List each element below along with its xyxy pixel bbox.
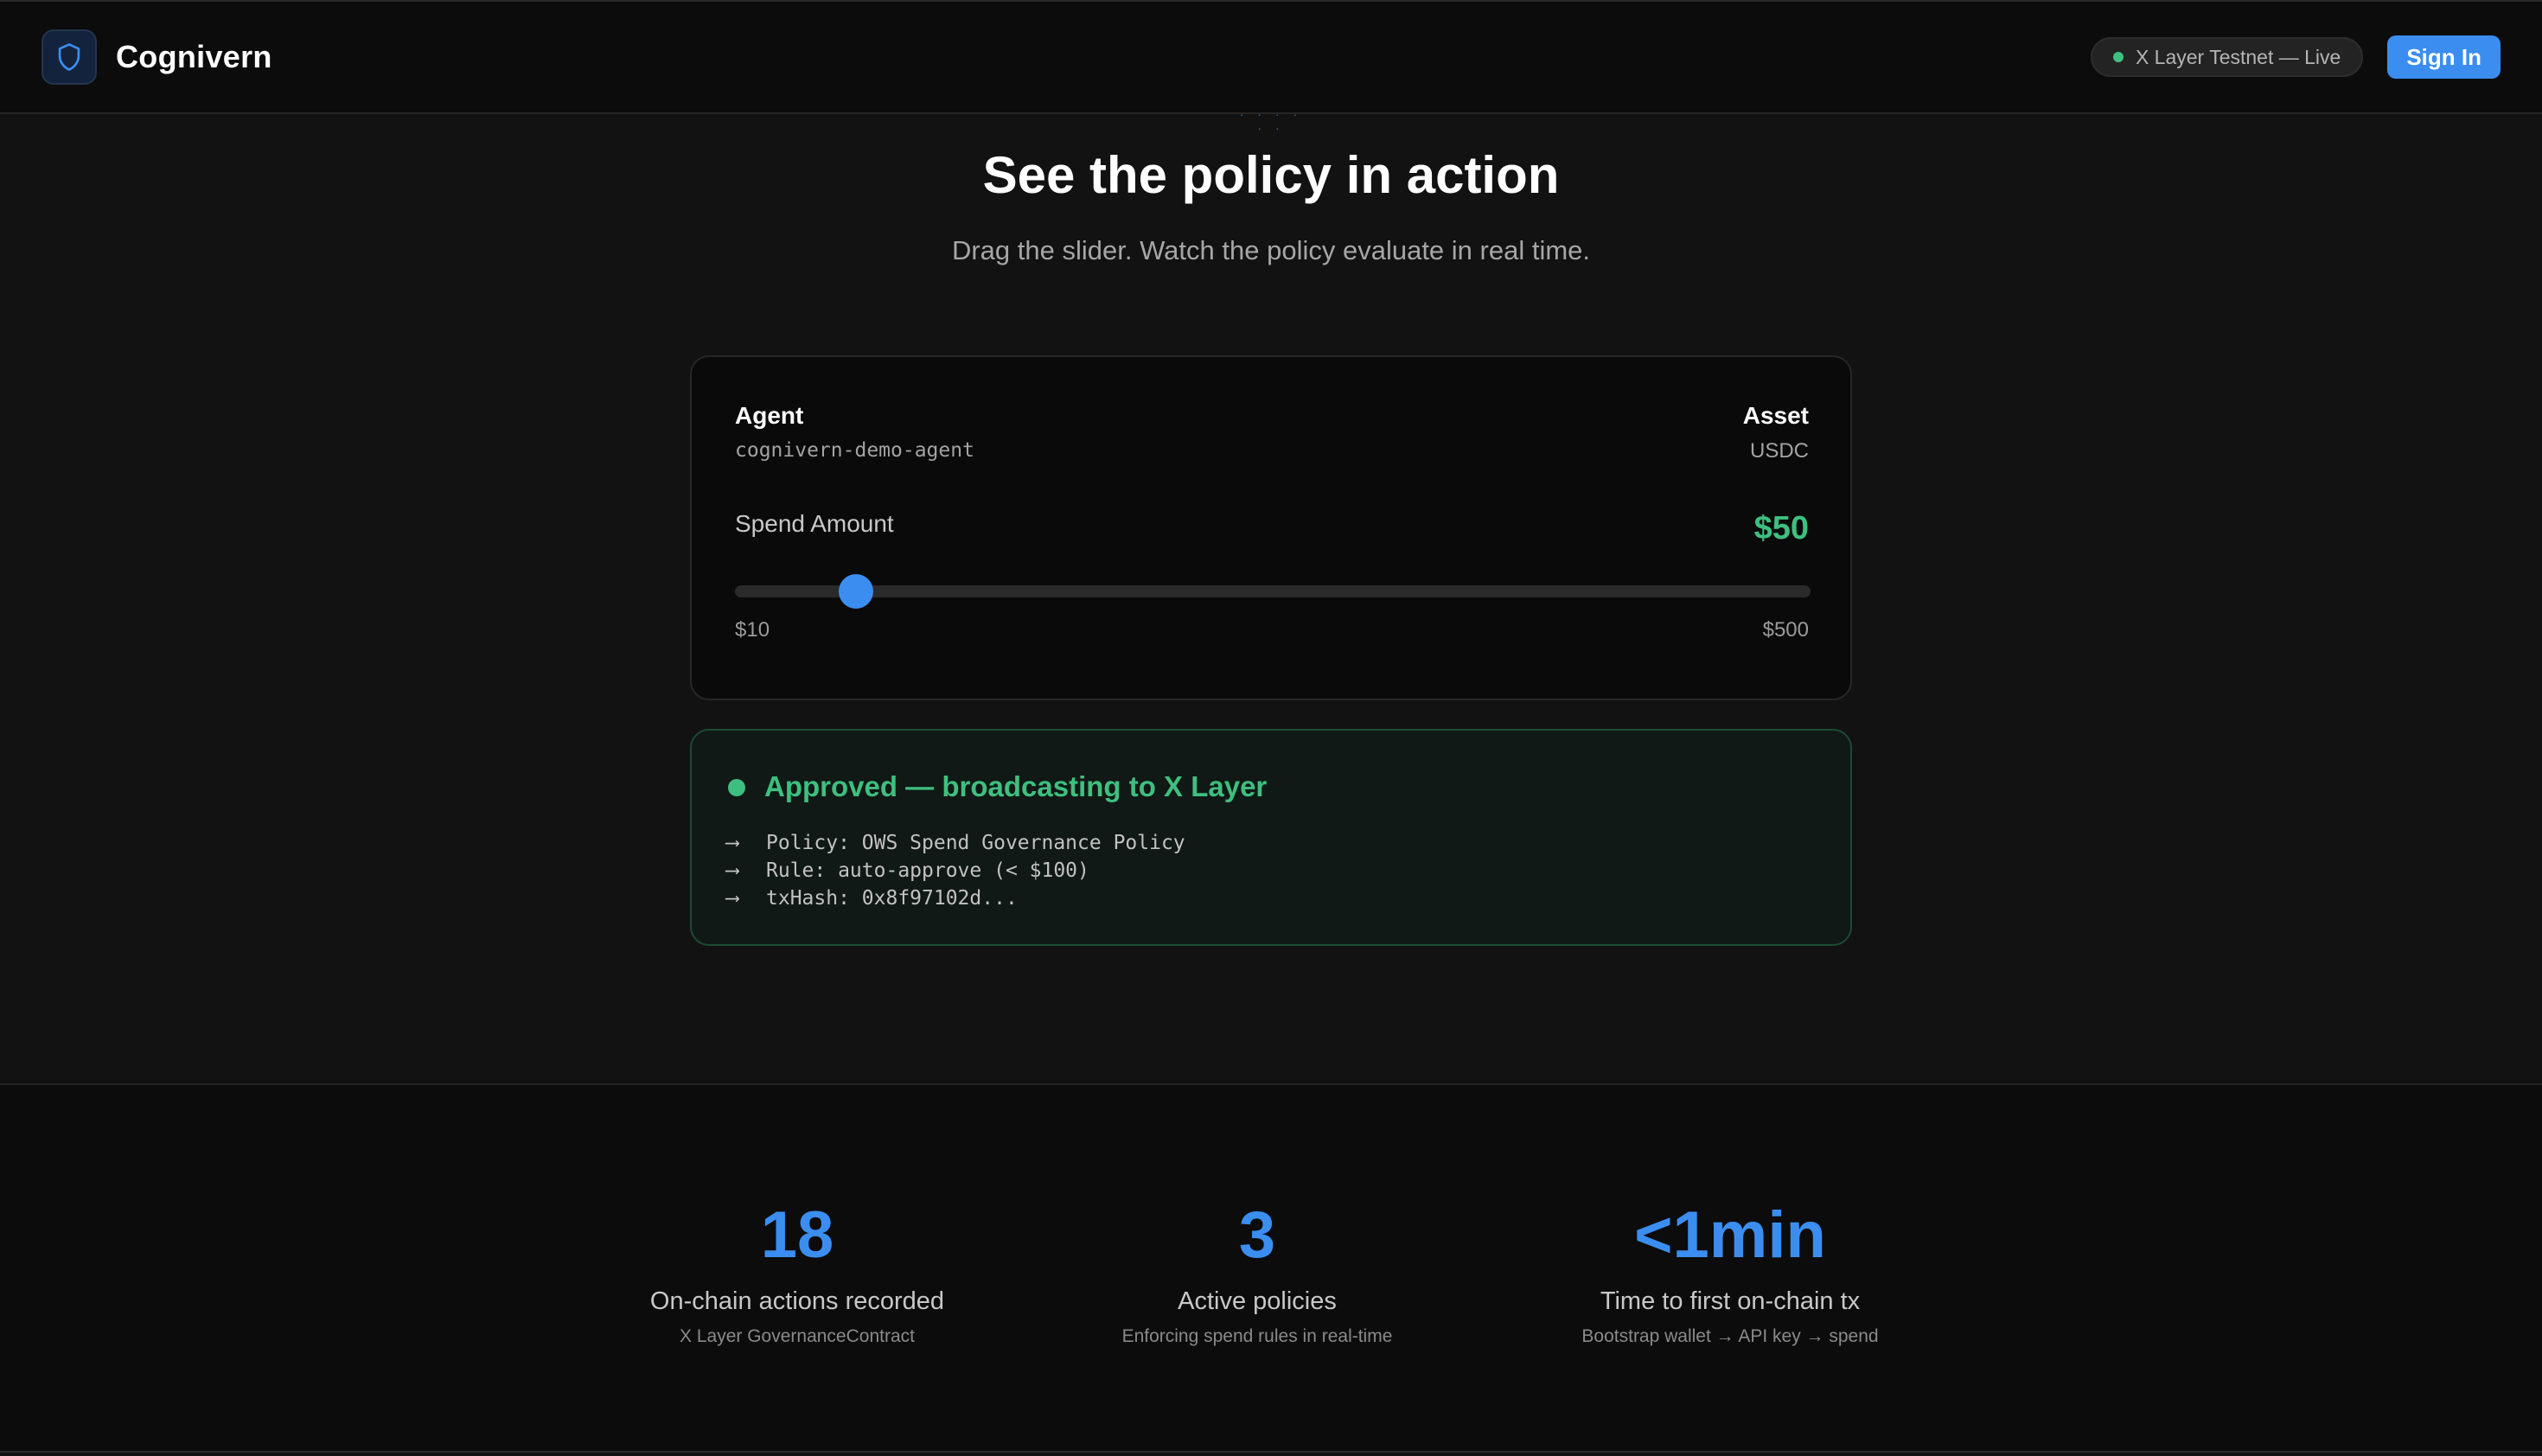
- network-status-badge: X Layer Testnet — Live: [2090, 37, 2364, 77]
- stat-value: <1min: [1634, 1198, 1826, 1272]
- result-detail-line: ⟶ txHash: 0x8f97102d...: [726, 884, 1185, 912]
- top-nav: Cognivern X Layer Testnet — Live Sign In: [0, 0, 2542, 114]
- stat-label: On-chain actions recorded: [649, 1287, 945, 1315]
- stat-time-to-first-tx: <1min Time to first on-chain tx Bootstra…: [1505, 1192, 1955, 1347]
- stat-sublabel: Bootstrap wallet → API key → spend: [1581, 1326, 1879, 1346]
- stat-label: Time to first on-chain tx: [1600, 1287, 1861, 1315]
- result-status-title: Approved — broadcasting to X Layer: [764, 770, 1268, 802]
- arrow-right-icon: ⟶: [726, 887, 738, 910]
- section-title: See the policy in action: [982, 146, 1560, 204]
- logo: [42, 29, 97, 85]
- shield-icon: [58, 43, 80, 71]
- live-status-dot: [2112, 52, 2124, 62]
- result-detail-text: Policy: OWS Spend Governance Policy: [766, 832, 1185, 854]
- stat-value: 18: [760, 1198, 834, 1272]
- stat-value: 3: [1238, 1198, 1276, 1272]
- asset-value: USDC: [1749, 439, 1809, 463]
- stats-band: 18 On-chain actions recorded X Layer Gov…: [0, 1085, 2542, 1452]
- stat-active-policies: 3 Active policies Enforcing spend rules …: [1032, 1192, 1482, 1347]
- spend-slider-thumb[interactable]: [839, 574, 874, 609]
- result-detail-line: ⟶ Rule: auto-approve (< $100): [726, 857, 1185, 884]
- agent-value: cognivern-demo-agent: [735, 439, 974, 462]
- approved-status-dot: [728, 779, 745, 796]
- slider-min-label: $10: [735, 618, 770, 642]
- result-details: ⟶ Policy: OWS Spend Governance Policy ⟶ …: [726, 829, 1185, 912]
- section-subtitle: Drag the slider. Watch the policy evalua…: [951, 235, 1591, 265]
- stat-label: Active policies: [1178, 1287, 1337, 1315]
- policy-demo-card: Agent cognivern-demo-agent Asset USDC Sp…: [690, 355, 1852, 700]
- brand-name: Cognivern: [116, 39, 272, 74]
- network-status-text: X Layer Testnet — Live: [2135, 45, 2341, 68]
- spend-slider-track[interactable]: [735, 574, 1811, 609]
- brand[interactable]: Cognivern: [42, 29, 272, 85]
- stat-sublabel: X Layer GovernanceContract: [680, 1326, 915, 1346]
- arrow-right-icon: ⟶: [726, 859, 738, 882]
- agent-label: Agent: [735, 402, 804, 429]
- nav-actions: X Layer Testnet — Live Sign In: [2090, 35, 2500, 79]
- result-detail-line: ⟶ Policy: OWS Spend Governance Policy: [726, 829, 1185, 857]
- arrow-right-icon: ⟶: [726, 832, 738, 854]
- spend-amount-value: $50: [1753, 510, 1809, 546]
- slider-max-label: $500: [1762, 618, 1809, 642]
- footer-divider: [0, 1451, 2542, 1453]
- sign-in-button[interactable]: Sign In: [2387, 35, 2500, 79]
- result-detail-text: txHash: 0x8f97102d...: [766, 887, 1018, 910]
- stat-onchain-actions: 18 On-chain actions recorded X Layer Gov…: [572, 1192, 1022, 1347]
- stat-sublabel: Enforcing spend rules in real-time: [1121, 1326, 1393, 1346]
- asset-label: Asset: [1742, 402, 1809, 429]
- spend-amount-label: Spend Amount: [735, 510, 894, 537]
- result-detail-text: Rule: auto-approve (< $100): [766, 859, 1089, 882]
- policy-result-card: Approved — broadcasting to X Layer ⟶ Pol…: [690, 729, 1852, 946]
